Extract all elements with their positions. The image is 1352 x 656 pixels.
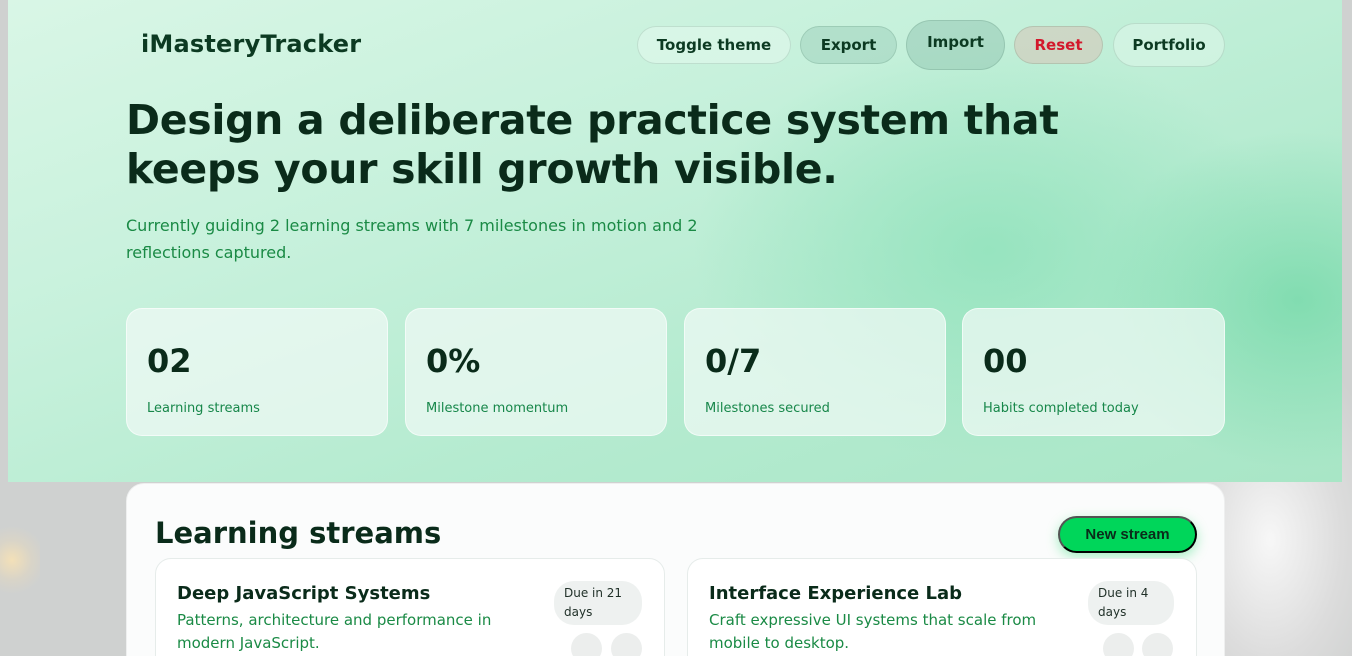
- stream-title: Interface Experience Lab: [709, 583, 963, 604]
- stat-label: Milestone momentum: [426, 401, 569, 416]
- hero-subline: Currently guiding 2 learning streams wit…: [126, 216, 698, 262]
- stat-card-momentum: 0% Milestone momentum: [405, 308, 667, 436]
- stream-description: Craft expressive UI systems that scale f…: [709, 611, 1037, 652]
- app-logo-title[interactable]: iMasteryTracker: [141, 30, 361, 58]
- stat-value: 00: [983, 342, 1028, 380]
- stat-card-milestones: 0/7 Milestones secured: [684, 308, 946, 436]
- stat-value: 0/7: [705, 342, 762, 380]
- stat-label: Habits completed today: [983, 401, 1139, 416]
- hero-headline: Design a deliberate practice system that…: [126, 96, 1059, 193]
- stat-label: Learning streams: [147, 401, 260, 416]
- import-button[interactable]: Import: [906, 20, 1005, 70]
- stat-card-streams: 02 Learning streams: [126, 308, 388, 436]
- learning-streams-panel: Learning streams New stream Deep JavaScr…: [126, 483, 1225, 656]
- new-stream-button[interactable]: New stream: [1058, 516, 1197, 553]
- stat-card-habits: 00 Habits completed today: [962, 308, 1225, 436]
- stream-card[interactable]: Deep JavaScript Systems Patterns, archit…: [155, 558, 665, 656]
- portfolio-button[interactable]: Portfolio: [1113, 23, 1225, 67]
- stat-value: 02: [147, 342, 192, 380]
- stream-card[interactable]: Interface Experience Lab Craft expressiv…: [687, 558, 1197, 656]
- action-icon[interactable]: [1142, 633, 1173, 656]
- stream-title: Deep JavaScript Systems: [177, 583, 431, 604]
- stat-label: Milestones secured: [705, 401, 830, 416]
- action-icon[interactable]: [1103, 633, 1134, 656]
- background-decoration: [0, 520, 40, 600]
- reset-button[interactable]: Reset: [1014, 26, 1103, 64]
- due-badge: Due in 4 days: [1088, 581, 1174, 625]
- stream-description: Patterns, architecture and performance i…: [177, 611, 492, 652]
- export-button[interactable]: Export: [800, 26, 897, 64]
- hero-section: iMasteryTracker Toggle theme Export Impo…: [8, 0, 1342, 482]
- action-icon[interactable]: [611, 633, 642, 656]
- toggle-theme-button[interactable]: Toggle theme: [637, 26, 791, 64]
- due-badge: Due in 21 days: [554, 581, 642, 625]
- stat-value: 0%: [426, 342, 481, 380]
- section-title: Learning streams: [155, 516, 442, 550]
- action-icon[interactable]: [571, 633, 602, 656]
